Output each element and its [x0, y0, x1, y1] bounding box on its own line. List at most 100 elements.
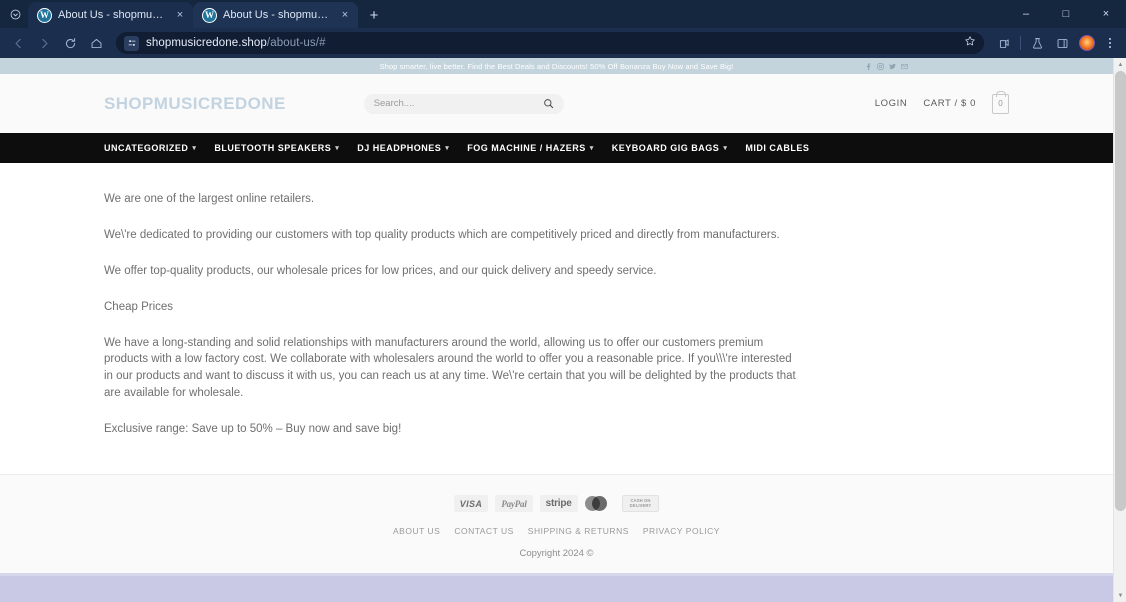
instagram-icon[interactable] [877, 62, 884, 70]
nav-label: KEYBOARD GIG BAGS [611, 143, 720, 153]
footer-link-shipping-returns[interactable]: SHIPPING & RETURNS [528, 526, 629, 536]
tab-title: About Us - shopmusicredone [58, 9, 167, 21]
announcement-bar: Shop smarter, live better. Find the Best… [0, 58, 1113, 74]
search-icon[interactable] [543, 98, 554, 109]
chevron-down-icon: ▾ [335, 145, 340, 152]
kebab-menu-icon[interactable] [1100, 32, 1120, 54]
header-inner: SHOPMUSICREDONE LOGIN CART / $ 0 0 [104, 93, 1009, 114]
bottom-purple-zone [0, 576, 1113, 602]
paypal-badge: PayPal [495, 495, 533, 513]
cod-line-2: DELIVERY [629, 502, 652, 508]
cart-link[interactable]: CART / $ 0 [923, 98, 976, 109]
twitter-icon[interactable] [889, 63, 896, 70]
login-link[interactable]: LOGIN [875, 98, 908, 109]
email-icon[interactable] [901, 63, 908, 70]
page-viewport: Shop smarter, live better. Find the Best… [0, 58, 1126, 602]
tab-search-chevron-down-icon[interactable] [2, 1, 28, 27]
avatar [1079, 35, 1095, 51]
nav-item-midi-cables[interactable]: MIDI CABLES [745, 143, 809, 153]
payment-methods: VISA PayPal stripe CASH ON DELIVERY [0, 495, 1113, 513]
content-paragraph-5: We have a long-standing and solid relati… [104, 336, 796, 400]
visa-badge: VISA [453, 495, 489, 513]
chevron-down-icon: ▾ [723, 145, 728, 152]
minimize-button[interactable]: – [1006, 0, 1046, 28]
new-tab-button[interactable]: + [362, 3, 386, 27]
url-text: shopmusicredone.shop/about-us/# [146, 37, 326, 49]
footer-link-contact-us[interactable]: CONTACT US [454, 526, 513, 536]
nav-item-uncategorized[interactable]: UNCATEGORIZED ▾ [104, 143, 196, 153]
social-links [865, 62, 908, 70]
scroll-up-icon[interactable]: ▲ [1114, 58, 1126, 71]
site-footer: VISA PayPal stripe CASH ON DELIVERY ABOU… [0, 475, 1113, 574]
toolbar-divider [1020, 36, 1021, 50]
main-navigation: UNCATEGORIZED ▾ BLUETOOTH SPEAKERS ▾ DJ … [0, 133, 1113, 163]
nav-label: MIDI CABLES [745, 143, 810, 153]
tab-title: About Us - shopmusicredone [223, 9, 332, 21]
content-paragraph-1: We are one of the largest online retaile… [104, 193, 315, 205]
mastercard-circle-right [591, 496, 607, 512]
reload-icon[interactable] [58, 31, 82, 55]
tab-close-icon[interactable]: × [338, 8, 352, 22]
footer-link-privacy-policy[interactable]: PRIVACY POLICY [643, 526, 720, 536]
content-heading-cheap-prices: Cheap Prices [104, 300, 174, 313]
url-domain: shopmusicredone.shop [146, 37, 267, 49]
content-paragraph-3: We offer top-quality products, our whole… [104, 264, 657, 277]
forward-icon[interactable] [32, 31, 56, 55]
browser-tab-2[interactable]: W About Us - shopmusicredone × [193, 2, 358, 28]
window-controls: – □ × [1006, 0, 1126, 28]
facebook-icon[interactable] [865, 62, 872, 70]
address-bar[interactable]: shopmusicredone.shop/about-us/# [116, 32, 984, 54]
browser-toolbar: shopmusicredone.shop/about-us/# [0, 28, 1126, 58]
back-icon[interactable] [6, 31, 30, 55]
scroll-down-icon[interactable]: ▼ [1114, 589, 1126, 602]
nav-item-fog-machine-hazers[interactable]: FOG MACHINE / HAZERS ▾ [467, 143, 594, 153]
cart-icon[interactable]: 0 [992, 93, 1009, 114]
tab-close-icon[interactable]: × [173, 8, 187, 22]
close-window-button[interactable]: × [1086, 0, 1126, 28]
scrollbar-thumb[interactable] [1115, 71, 1126, 511]
footer-link-about-us[interactable]: ABOUT US [393, 526, 440, 536]
toolbar-right-actions [992, 31, 1120, 55]
extensions-icon[interactable] [992, 31, 1016, 55]
nav-label: FOG MACHINE / HAZERS [467, 143, 586, 153]
side-panel-icon[interactable] [1050, 31, 1074, 55]
content-paragraph-6: Exclusive range: Save up to 50% – Buy no… [104, 423, 402, 436]
header-actions: LOGIN CART / $ 0 0 [875, 93, 1009, 114]
chevron-down-icon: ▾ [445, 145, 450, 152]
content-paragraph-2: We\'re dedicated to providing our custom… [104, 228, 780, 241]
nav-label: DJ HEADPHONES [357, 143, 442, 153]
search-input[interactable] [373, 98, 543, 109]
site-logo[interactable]: SHOPMUSICREDONE [104, 94, 286, 114]
site-header: SHOPMUSICREDONE LOGIN CART / $ 0 0 [0, 74, 1113, 133]
home-icon[interactable] [84, 31, 108, 55]
url-path: /about-us/# [266, 37, 326, 49]
footer-links: ABOUT US CONTACT US SHIPPING & RETURNS P… [0, 526, 1113, 536]
tune-icon[interactable] [124, 35, 139, 51]
web-page: Shop smarter, live better. Find the Best… [0, 58, 1113, 602]
search-box[interactable] [363, 93, 564, 114]
page-content: We are one of the largest online retaile… [104, 163, 1009, 438]
nav-item-dj-headphones[interactable]: DJ HEADPHONES ▾ [357, 143, 449, 153]
nav-item-bluetooth-speakers[interactable]: BLUETOOTH SPEAKERS ▾ [214, 143, 339, 153]
page-scrollbar[interactable]: ▲ ▼ [1113, 58, 1126, 602]
chevron-down-icon: ▾ [589, 145, 594, 152]
stripe-badge: stripe [539, 495, 578, 513]
wordpress-icon: W [202, 7, 217, 23]
nav-inner: UNCATEGORIZED ▾ BLUETOOTH SPEAKERS ▾ DJ … [104, 143, 1009, 153]
chevron-down-icon: ▾ [192, 145, 197, 152]
mastercard-badge [584, 495, 615, 512]
tab-strip: W About Us - shopmusicredone × W About U… [0, 0, 1126, 28]
wordpress-icon: W [37, 7, 52, 23]
nav-label: BLUETOOTH SPEAKERS [214, 143, 332, 153]
browser-window: W About Us - shopmusicredone × W About U… [0, 0, 1126, 602]
nav-label: UNCATEGORIZED [104, 143, 189, 153]
copyright-text: Copyright 2024 © [519, 548, 594, 560]
flask-icon[interactable] [1025, 31, 1049, 55]
maximize-button[interactable]: □ [1046, 0, 1086, 28]
browser-tab-1[interactable]: W About Us - shopmusicredone × [28, 2, 193, 28]
nav-item-keyboard-gig-bags[interactable]: KEYBOARD GIG BAGS ▾ [612, 143, 728, 153]
cash-on-delivery-badge: CASH ON DELIVERY [621, 495, 660, 513]
profile-avatar-icon[interactable] [1075, 31, 1099, 55]
star-icon[interactable] [964, 34, 976, 52]
announcement-text: Shop smarter, live better. Find the Best… [379, 61, 734, 71]
